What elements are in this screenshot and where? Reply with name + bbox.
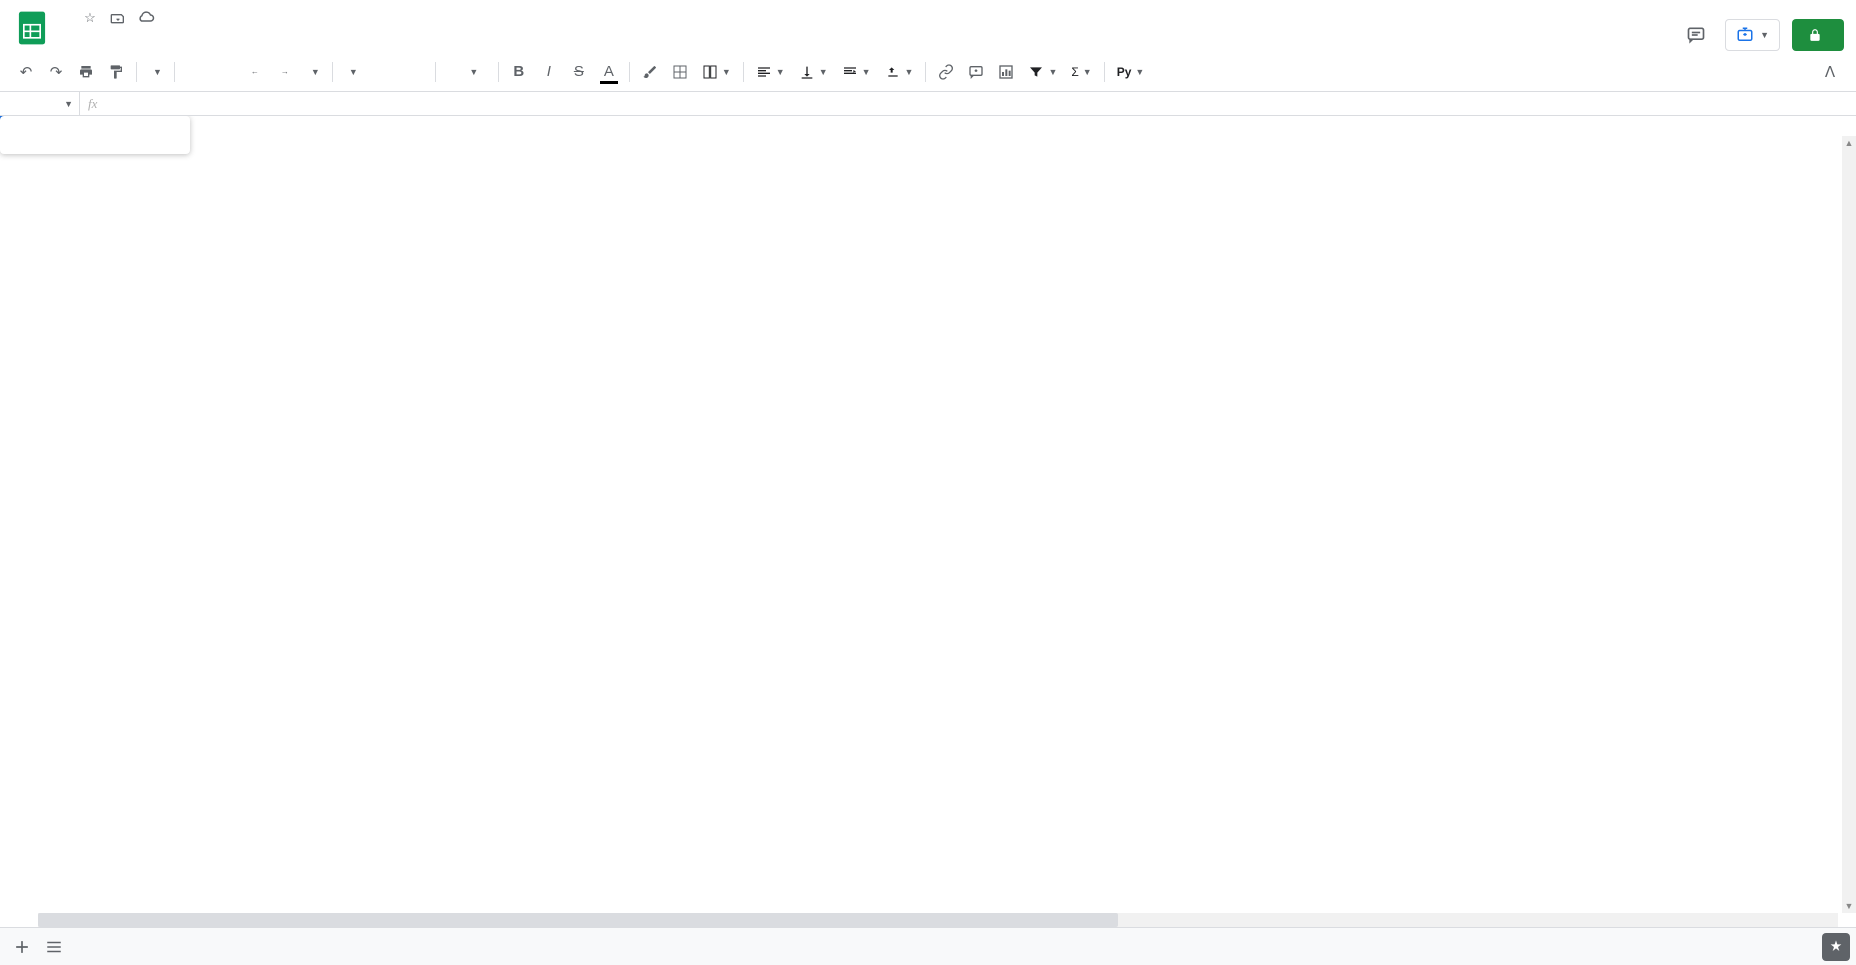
fx-icon: fx (80, 96, 105, 112)
menu-extensions[interactable] (172, 30, 186, 38)
menu-file[interactable] (60, 30, 74, 38)
text-color-button[interactable]: A (595, 58, 623, 86)
menu-help[interactable] (188, 30, 202, 38)
menu-edit[interactable] (76, 30, 90, 38)
font-size-select[interactable]: ▼ (442, 58, 492, 86)
menu-format[interactable] (124, 30, 138, 38)
share-button[interactable] (1792, 19, 1844, 51)
formula-input[interactable] (105, 94, 1856, 113)
paint-format-icon[interactable] (102, 58, 130, 86)
strikethrough-button[interactable]: S (565, 58, 593, 86)
cloud-status-icon[interactable] (136, 8, 156, 28)
menu-view[interactable] (92, 30, 106, 38)
spreadsheet-grid[interactable]: ▲ ▼ (0, 116, 1856, 927)
undo-icon[interactable]: ↶ (12, 58, 40, 86)
merge-cells-button[interactable]: ▼ (696, 58, 737, 86)
vertical-align-button[interactable]: ▼ (793, 58, 834, 86)
validation-error-tooltip (0, 116, 190, 154)
fill-color-button[interactable] (636, 58, 664, 86)
bold-button[interactable]: B (505, 58, 533, 86)
zoom-select[interactable]: ▼ (143, 58, 168, 86)
horizontal-scrollbar[interactable] (38, 913, 1838, 927)
borders-button[interactable] (666, 58, 694, 86)
scroll-down-icon[interactable]: ▼ (1842, 899, 1856, 913)
chevron-down-icon: ▼ (1760, 30, 1769, 40)
move-icon[interactable] (108, 8, 128, 28)
italic-button[interactable]: I (535, 58, 563, 86)
insert-link-button[interactable] (932, 58, 960, 86)
explore-button[interactable] (1822, 933, 1850, 961)
collapse-toolbar-icon[interactable]: ᐱ (1816, 58, 1844, 86)
redo-icon[interactable]: ↷ (42, 58, 70, 86)
font-select[interactable]: ▼ (339, 58, 429, 86)
functions-button[interactable]: Σ▼ (1065, 58, 1097, 86)
name-box[interactable]: ▼ (0, 92, 80, 115)
vertical-scrollbar[interactable]: ▲ ▼ (1842, 136, 1856, 913)
star-icon[interactable]: ☆ (80, 8, 100, 28)
menu-insert[interactable] (108, 30, 122, 38)
menu-tools[interactable] (156, 30, 170, 38)
print-icon[interactable] (72, 58, 100, 86)
scroll-up-icon[interactable]: ▲ (1842, 136, 1856, 150)
decrease-decimal-button[interactable]: ← (241, 58, 269, 86)
add-sheet-button[interactable] (6, 931, 38, 963)
document-title[interactable] (60, 16, 72, 20)
menubar (60, 30, 1679, 38)
toolbar: ↶ ↷ ▼ ← → ▼ ▼ ▼ B I S A ▼ ▼ ▼ ▼ ▼ ▼ Σ▼ (0, 52, 1856, 92)
number-format-select[interactable]: ▼ (301, 58, 326, 86)
all-sheets-button[interactable] (38, 931, 70, 963)
formula-bar: ▼ fx (0, 92, 1856, 116)
insert-comment-button[interactable] (962, 58, 990, 86)
increase-decimal-button[interactable]: → (271, 58, 299, 86)
horizontal-align-button[interactable]: ▼ (750, 58, 791, 86)
text-rotation-button[interactable]: ▼ (879, 58, 920, 86)
present-button[interactable]: ▼ (1725, 19, 1780, 51)
language-button[interactable]: Ру▼ (1111, 58, 1151, 86)
comments-icon[interactable] (1679, 18, 1713, 52)
text-wrap-button[interactable]: ▼ (836, 58, 877, 86)
percent-format-button[interactable] (211, 58, 239, 86)
currency-format-button[interactable] (181, 58, 209, 86)
menu-data[interactable] (140, 30, 154, 38)
sheets-logo[interactable] (12, 8, 52, 48)
sheet-tabs-bar (0, 927, 1856, 965)
filter-button[interactable]: ▼ (1022, 58, 1063, 86)
insert-chart-button[interactable] (992, 58, 1020, 86)
app-header: ☆ ▼ (0, 0, 1856, 52)
